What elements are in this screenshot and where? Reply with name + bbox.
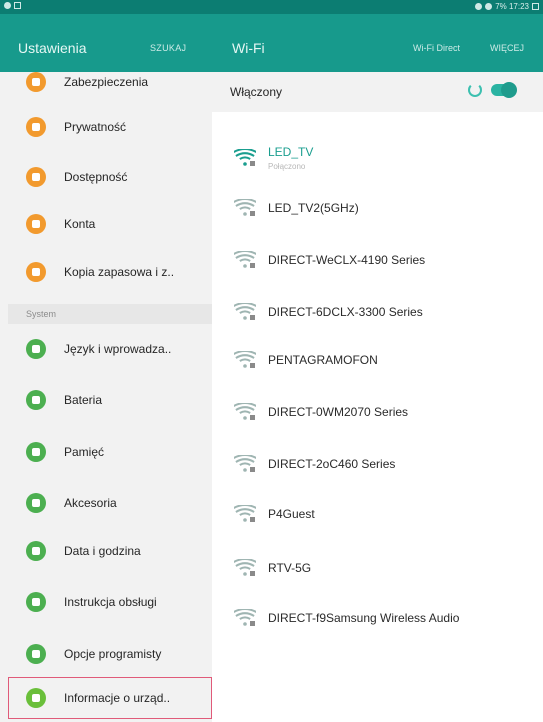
sidebar-item-accessories[interactable]: Akcesoria <box>8 481 212 525</box>
image-icon <box>14 2 21 9</box>
accessibility-icon <box>26 167 46 187</box>
wifi-switch[interactable] <box>491 82 517 98</box>
wifi-toggle-row[interactable]: Włączony <box>212 72 543 112</box>
settings-title: Ustawienia <box>18 40 87 56</box>
sidebar-item-label: Zabezpieczenia <box>64 75 149 89</box>
wifi-network-name: LED_TV <box>268 145 314 159</box>
sidebar-item-manual[interactable]: Instrukcja obsługi <box>8 580 212 624</box>
sidebar-item-accounts[interactable]: Konta <box>8 202 212 246</box>
backup-icon <box>26 262 46 282</box>
sidebar-item-label: Język i wprowadza.. <box>64 342 172 356</box>
sidebar-item-label: Opcje programisty <box>64 647 162 661</box>
manual-icon <box>26 592 46 612</box>
sidebar-item-label: Pamięć <box>64 445 105 459</box>
wifi-network-name: PENTAGRAMOFON <box>268 353 378 367</box>
search-button[interactable]: SZUKAJ <box>150 43 186 53</box>
status-bar: 7% 17:23 <box>0 0 543 14</box>
wifi-signal-icon <box>234 149 256 166</box>
wifi-network-name: DIRECT-2oC460 Series <box>268 457 396 471</box>
language-icon <box>26 339 46 359</box>
wifi-network-name: RTV-5G <box>268 561 312 575</box>
battery-icon <box>532 3 539 10</box>
sidebar-item-backup[interactable]: Kopia zapasowa i z.. <box>8 250 212 294</box>
wifi-signal-icon <box>234 505 256 522</box>
switch-knob <box>501 82 517 98</box>
section-header-system: System <box>8 304 212 324</box>
sidebar-item-label: Akcesoria <box>64 496 117 510</box>
sidebar-item-label: Data i godzina <box>64 544 141 558</box>
key-icon <box>26 214 46 234</box>
sidebar-item-label: Bateria <box>64 393 103 407</box>
notification-icon <box>4 2 11 9</box>
sidebar-item-label: Kopia zapasowa i z.. <box>64 265 175 279</box>
storage-icon <box>26 442 46 462</box>
wifi-signal-icon <box>234 403 256 420</box>
status-text: 7% 17:23 <box>495 2 529 11</box>
wifi-signal-icon <box>234 199 256 216</box>
sidebar-item-language[interactable]: Język i wprowadza.. <box>8 327 212 371</box>
battery-icon <box>26 390 46 410</box>
privacy-icon <box>26 117 46 137</box>
selection-highlight <box>8 677 212 719</box>
wifi-network-item[interactable]: LED_TV Połączono <box>212 132 543 184</box>
developer-icon <box>26 644 46 664</box>
sidebar-item-date-time[interactable]: Data i godzina <box>8 529 212 573</box>
wifi-network-item[interactable]: DIRECT-6DCLX-3300 Series <box>212 286 543 338</box>
wifi-title: Wi-Fi <box>232 40 265 56</box>
wifi-signal-icon <box>234 351 256 368</box>
sidebar-item-label: Dostępność <box>64 170 128 184</box>
wifi-network-item[interactable]: DIRECT-WeCLX-4190 Series <box>212 234 543 286</box>
wifi-network-name: LED_TV2(5GHz) <box>268 201 359 215</box>
wifi-network-item[interactable]: DIRECT-0WM2070 Series <box>212 386 543 438</box>
accessories-icon <box>26 493 46 513</box>
sidebar-item-privacy[interactable]: Prywatność <box>8 105 212 149</box>
wifi-network-name: DIRECT-WeCLX-4190 Series <box>268 253 426 267</box>
sidebar-item-label: Prywatność <box>64 120 127 134</box>
sidebar-item-security[interactable]: Zabezpieczenia <box>8 72 212 104</box>
lock-icon <box>26 72 46 92</box>
sidebar-item-accessibility[interactable]: Dostępność <box>8 155 212 199</box>
wifi-signal-icon <box>234 251 256 268</box>
refresh-icon[interactable] <box>468 83 482 97</box>
wifi-network-item[interactable]: DIRECT-f9Samsung Wireless Audio <box>212 592 543 644</box>
wifi-network-item[interactable]: RTV-5G <box>212 542 543 594</box>
wifi-signal-icon <box>234 303 256 320</box>
wifi-signal-icon <box>234 559 256 576</box>
wifi-signal-icon <box>234 455 256 472</box>
sidebar-item-label: Konta <box>64 217 96 231</box>
sidebar-item-label: Instrukcja obsługi <box>64 595 157 609</box>
wifi-network-item[interactable]: DIRECT-2oC460 Series <box>212 438 543 490</box>
wifi-icon <box>485 3 493 10</box>
signal-icon <box>475 3 483 10</box>
calendar-icon <box>26 541 46 561</box>
wifi-network-item[interactable]: LED_TV2(5GHz) <box>212 182 543 234</box>
wifi-panel: Włączony LED_TV Połączono LED_TV2(5GHz) DIR… <box>212 72 543 722</box>
settings-sidebar[interactable]: Zabezpieczenia Prywatność Dostępność Kon… <box>0 72 212 722</box>
wifi-network-name: P4Guest <box>268 507 315 521</box>
sidebar-item-battery[interactable]: Bateria <box>8 378 212 422</box>
wifi-network-status: Połączono <box>268 162 306 171</box>
wifi-network-name: DIRECT-6DCLX-3300 Series <box>268 305 423 319</box>
wifi-signal-icon <box>234 609 256 626</box>
wifi-network-item[interactable]: P4Guest <box>212 488 543 540</box>
more-button[interactable]: WIĘCEJ <box>490 43 524 53</box>
wifi-network-item[interactable]: PENTAGRAMOFON <box>212 334 543 386</box>
wifi-toggle-label: Włączony <box>230 85 283 99</box>
wifi-network-name: DIRECT-f9Samsung Wireless Audio <box>268 611 460 625</box>
sidebar-item-developer-options[interactable]: Opcje programisty <box>8 632 212 676</box>
wifi-network-name: DIRECT-0WM2070 Series <box>268 405 409 419</box>
sidebar-item-storage[interactable]: Pamięć <box>8 430 212 474</box>
wifi-direct-button[interactable]: Wi-Fi Direct <box>413 43 460 53</box>
app-bar: Ustawienia SZUKAJ Wi-Fi Wi-Fi Direct WIĘ… <box>0 14 543 72</box>
